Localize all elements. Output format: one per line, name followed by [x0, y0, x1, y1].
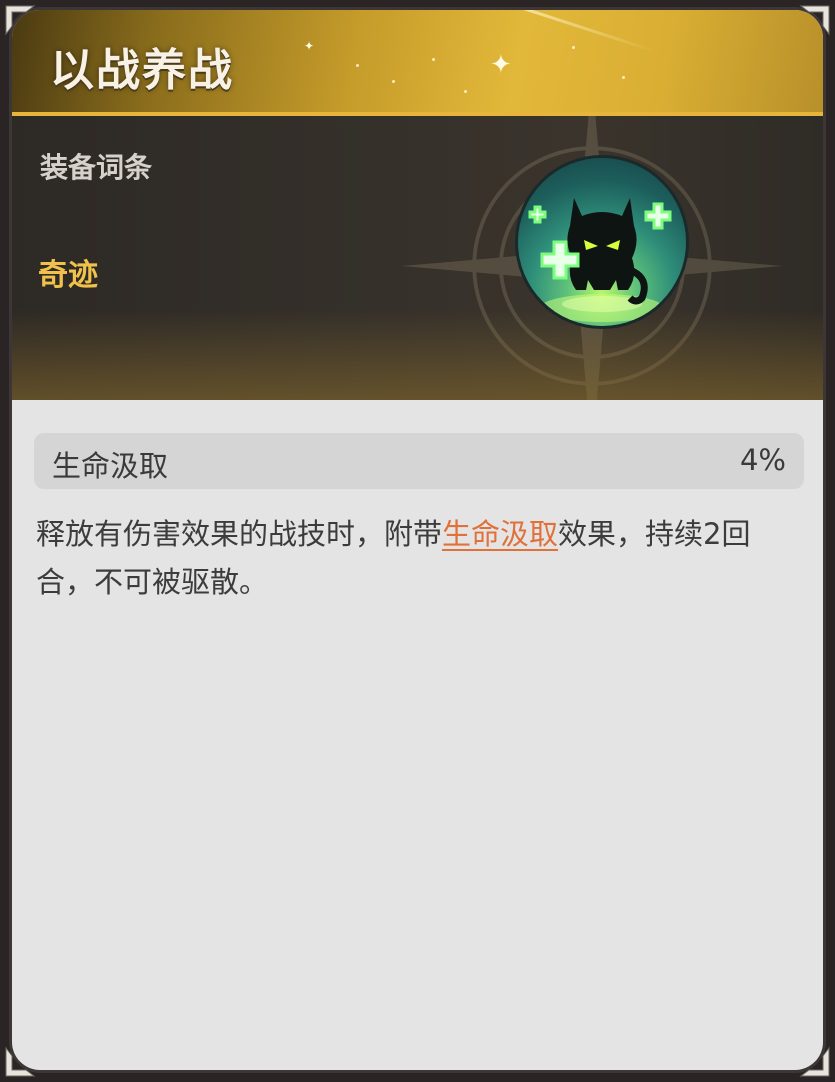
description-text: 释放有伤害效果的战技时，附带 [36, 517, 443, 551]
corner-ornament-icon [799, 1046, 830, 1077]
stat-row: 生命汲取 4% [34, 433, 804, 489]
info-panel: 装备词条 奇迹 [12, 116, 823, 400]
sparkle-icon: ✦ [304, 39, 315, 53]
light-streak-decoration [349, 10, 655, 53]
title-bar: ✦ ✦ 以战养战 [12, 10, 823, 112]
category-label: 装备词条 [40, 151, 153, 184]
corner-ornament-icon [799, 5, 830, 36]
panel-glow [12, 310, 823, 400]
trait-description: 释放有伤害效果的战技时，附带生命汲取效果，持续2回合，不可被驱散。 [36, 510, 806, 606]
healing-demon-icon [528, 198, 672, 322]
card-title: 以战养战 [50, 45, 234, 96]
trait-icon [518, 158, 686, 326]
star-dot [392, 80, 395, 83]
star-dot [432, 58, 435, 61]
corner-ornament-icon [5, 1046, 36, 1077]
star-dot [572, 46, 575, 49]
sparkle-icon: ✦ [490, 50, 512, 80]
stat-name: 生命汲取 [52, 449, 169, 483]
star-dot [464, 90, 467, 93]
corner-ornament-icon [5, 5, 36, 36]
keyword-link-life-steal[interactable]: 生命汲取 [442, 517, 558, 551]
star-dot [356, 64, 359, 67]
trait-detail-card: ✦ ✦ 以战养战 装备词条 奇迹 生命汲取 4% 释放有伤害效果的战技时，附带生… [12, 10, 823, 1070]
rarity-label: 奇迹 [38, 258, 98, 293]
star-dot [622, 76, 625, 79]
stat-value: 4% [739, 443, 786, 477]
